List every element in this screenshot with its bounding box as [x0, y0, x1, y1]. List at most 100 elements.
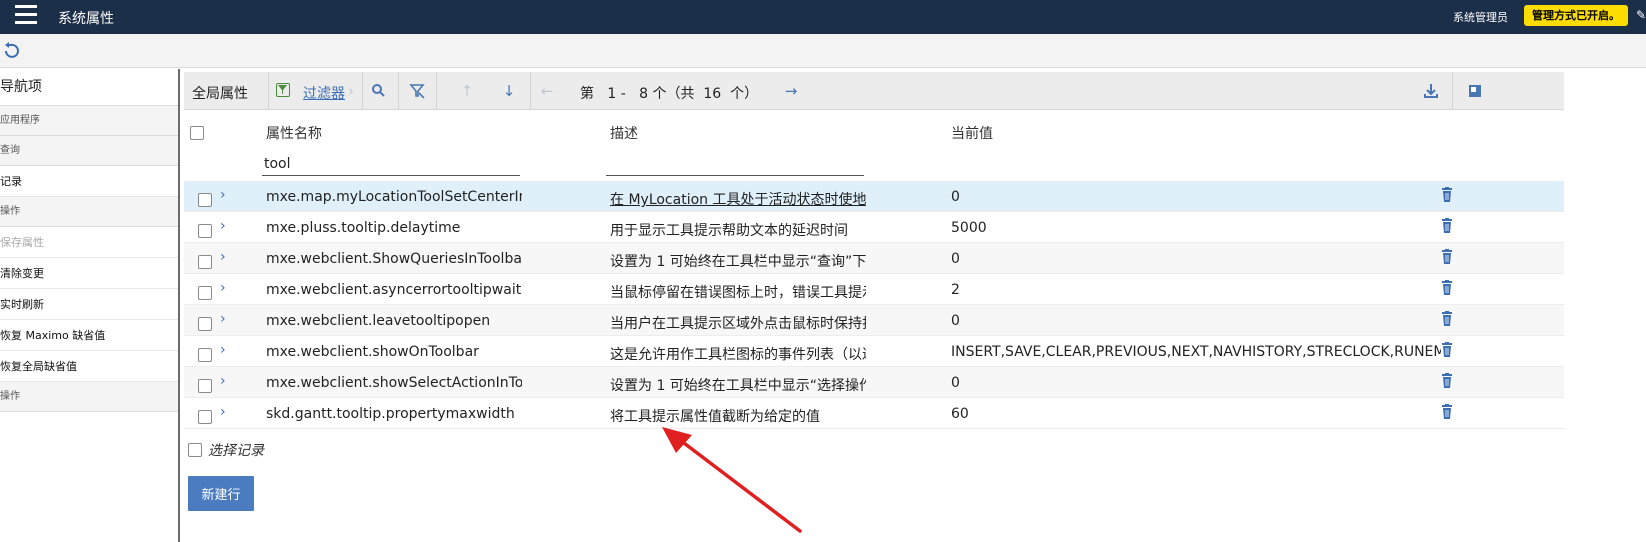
expand-row-icon[interactable]: › — [220, 372, 234, 390]
sidebar-item-clear-changes[interactable]: 清除变更 — [0, 258, 178, 289]
expand-row-icon[interactable]: › — [220, 217, 234, 235]
delete-row-icon[interactable] — [1440, 373, 1454, 389]
property-name[interactable]: mxe.webclient.ShowQueriesInToolbar — [266, 251, 522, 267]
row-checkbox[interactable] — [198, 193, 212, 207]
previous-page-icon: ← — [540, 82, 554, 100]
delete-row-icon[interactable] — [1440, 187, 1454, 203]
property-description[interactable]: 将工具提示属性值截断为给定的值 — [610, 406, 866, 426]
property-value: INSERT,SAVE,CLEAR,PREVIOUS,NEXT,NAVHISTO… — [951, 344, 1441, 360]
table-row[interactable]: › mxe.pluss.tooltip.delaytime 用于显示工具提示帮助… — [184, 212, 1564, 243]
next-page-icon[interactable]: → — [782, 82, 800, 100]
search-icon[interactable] — [370, 82, 388, 100]
delete-row-icon[interactable] — [1440, 249, 1454, 265]
move-down-icon[interactable]: ↓ — [500, 82, 518, 100]
delete-row-icon[interactable] — [1440, 342, 1454, 358]
row-checkbox[interactable] — [198, 348, 212, 362]
property-name[interactable]: mxe.map.myLocationToolSetCenterInterval — [266, 189, 522, 205]
table-row[interactable]: › mxe.webclient.showSelectActionInToolba… — [184, 367, 1564, 398]
delete-row-icon[interactable] — [1440, 218, 1454, 234]
expand-row-icon[interactable]: › — [220, 248, 234, 266]
property-description[interactable]: 设置为 1 可始终在工具栏中显示“查询”下拉列表 — [610, 251, 866, 271]
table-row[interactable]: › mxe.webclient.showOnToolbar 这是允许用作工具栏图… — [184, 336, 1564, 367]
column-header-name[interactable]: 属性名称 — [266, 123, 322, 143]
property-name[interactable]: mxe.webclient.showSelectActionInToolbar — [266, 375, 522, 391]
filter-link[interactable]: 过滤器 — [303, 83, 345, 103]
chevron-right-icon: › — [348, 82, 354, 100]
app-header: 系统属性 系统管理员 管理方式已开启。 ✎ — [0, 0, 1646, 34]
table-row[interactable]: › mxe.webclient.asyncerrortooltipwaitbef… — [184, 274, 1564, 305]
undo-icon[interactable] — [2, 42, 20, 60]
property-value: 60 — [951, 406, 969, 422]
sidebar-item-restore-global-defaults[interactable]: 恢复全局缺省值 — [0, 351, 178, 382]
property-name[interactable]: mxe.webclient.leavetooltipopen — [266, 313, 522, 329]
row-checkbox[interactable] — [198, 317, 212, 331]
expand-row-icon[interactable]: › — [220, 186, 234, 204]
select-records-toggle[interactable]: 选择记录 — [188, 440, 264, 460]
user-name[interactable]: 系统管理员 — [1453, 9, 1508, 25]
annotation-arrow — [662, 427, 802, 533]
table-toolbar: 全局属性 过滤器 › ↑ ↓ ← 第 1 - 8 个（共 16 个） → — [184, 72, 1564, 110]
select-records-checkbox[interactable] — [188, 443, 202, 457]
property-description[interactable]: 在 MyLocation 工具处于活动状态时使地图居中 — [610, 189, 866, 209]
sidebar-item-live-refresh[interactable]: 实时刷新 — [0, 289, 178, 320]
toolbar-divider — [530, 72, 531, 110]
table-row[interactable]: › mxe.webclient.leavetooltipopen 当用户在工具提… — [184, 305, 1564, 336]
filter-toggle-icon[interactable] — [276, 83, 290, 97]
action-bar — [0, 34, 1646, 68]
delete-row-icon[interactable] — [1440, 404, 1454, 420]
expand-row-icon[interactable]: › — [220, 341, 234, 359]
delete-row-icon[interactable] — [1440, 280, 1454, 296]
row-checkbox[interactable] — [198, 286, 212, 300]
select-all-checkbox[interactable] — [190, 126, 204, 140]
pagination-info: 第 1 - 8 个（共 16 个） — [580, 86, 759, 102]
sidebar-item-records[interactable]: 记录 — [0, 166, 178, 197]
sidebar-section-actions[interactable]: 操作 — [0, 197, 178, 227]
description-filter-input[interactable] — [606, 152, 864, 176]
property-description[interactable]: 用于显示工具提示帮助文本的延迟时间 — [610, 220, 866, 240]
delete-row-icon[interactable] — [1440, 311, 1454, 327]
property-description[interactable]: 这是允许用作工具栏图标的事件列表（以逗号分隔） — [610, 344, 866, 364]
sidebar-item-label: 记录 — [0, 175, 22, 188]
sidebar-item-save-properties: 保存属性 — [0, 227, 178, 258]
row-checkbox[interactable] — [198, 379, 212, 393]
property-description[interactable]: 设置为 1 可始终在工具栏中显示“选择操作”菜单 — [610, 375, 866, 395]
table-row[interactable]: › mxe.webclient.ShowQueriesInToolbar 设置为… — [184, 243, 1564, 274]
sidebar-item-label: 保存属性 — [0, 236, 44, 249]
table-row[interactable]: › skd.gantt.tooltip.propertymaxwidth 将工具… — [184, 398, 1564, 429]
sidebar-section-queries[interactable]: 查询 — [0, 136, 178, 166]
name-filter-input[interactable] — [262, 152, 520, 176]
expand-row-icon[interactable]: › — [220, 403, 234, 421]
sidebar-item-label: 应用程序 — [0, 115, 40, 126]
clear-filter-icon[interactable] — [408, 82, 426, 100]
sidebar-section-apps[interactable]: 应用程序 — [0, 106, 178, 136]
property-name[interactable]: mxe.webclient.showOnToolbar — [266, 344, 522, 360]
toolbar-divider — [1452, 72, 1453, 110]
property-description[interactable]: 当用户在工具提示区域外点击鼠标时保持打开 — [610, 313, 866, 333]
property-name[interactable]: skd.gantt.tooltip.propertymaxwidth — [266, 406, 522, 422]
maximize-icon[interactable] — [1466, 82, 1484, 100]
table-row[interactable]: › mxe.map.myLocationToolSetCenterInterva… — [184, 181, 1564, 212]
column-header-value[interactable]: 当前值 — [951, 123, 993, 143]
expand-row-icon[interactable]: › — [220, 310, 234, 328]
global-properties-panel: 全局属性 过滤器 › ↑ ↓ ← 第 1 - 8 个（共 16 个） → 属性名… — [184, 72, 1564, 542]
expand-row-icon[interactable]: › — [220, 279, 234, 297]
sidebar-item-restore-maximo-defaults[interactable]: 恢复 Maximo 缺省值 — [0, 320, 178, 351]
row-checkbox[interactable] — [198, 255, 212, 269]
row-checkbox[interactable] — [198, 410, 212, 424]
new-row-button[interactable]: 新建行 — [188, 476, 254, 511]
property-name[interactable]: mxe.webclient.asyncerrortooltipwaitbefor… — [266, 282, 522, 298]
property-description[interactable]: 当鼠标停留在错误图标上时，错误工具提示的等待时间 — [610, 282, 866, 302]
toolbar-divider — [362, 72, 363, 110]
download-icon[interactable] — [1422, 82, 1440, 100]
property-name[interactable]: mxe.pluss.tooltip.delaytime — [266, 220, 522, 236]
property-value: 0 — [951, 251, 960, 267]
admin-mode-badge[interactable]: 管理方式已开启。 — [1524, 5, 1628, 26]
sidebar-section-more-actions[interactable]: 操作 — [0, 382, 178, 412]
column-header-description[interactable]: 描述 — [610, 123, 638, 143]
property-value: 0 — [951, 313, 960, 329]
row-checkbox[interactable] — [198, 224, 212, 238]
sidebar-item-label: 清除变更 — [0, 267, 44, 280]
menu-icon[interactable] — [15, 5, 37, 25]
sidebar-item-label: 恢复 Maximo 缺省值 — [0, 329, 106, 342]
more-icon[interactable]: ✎ — [1636, 8, 1646, 22]
